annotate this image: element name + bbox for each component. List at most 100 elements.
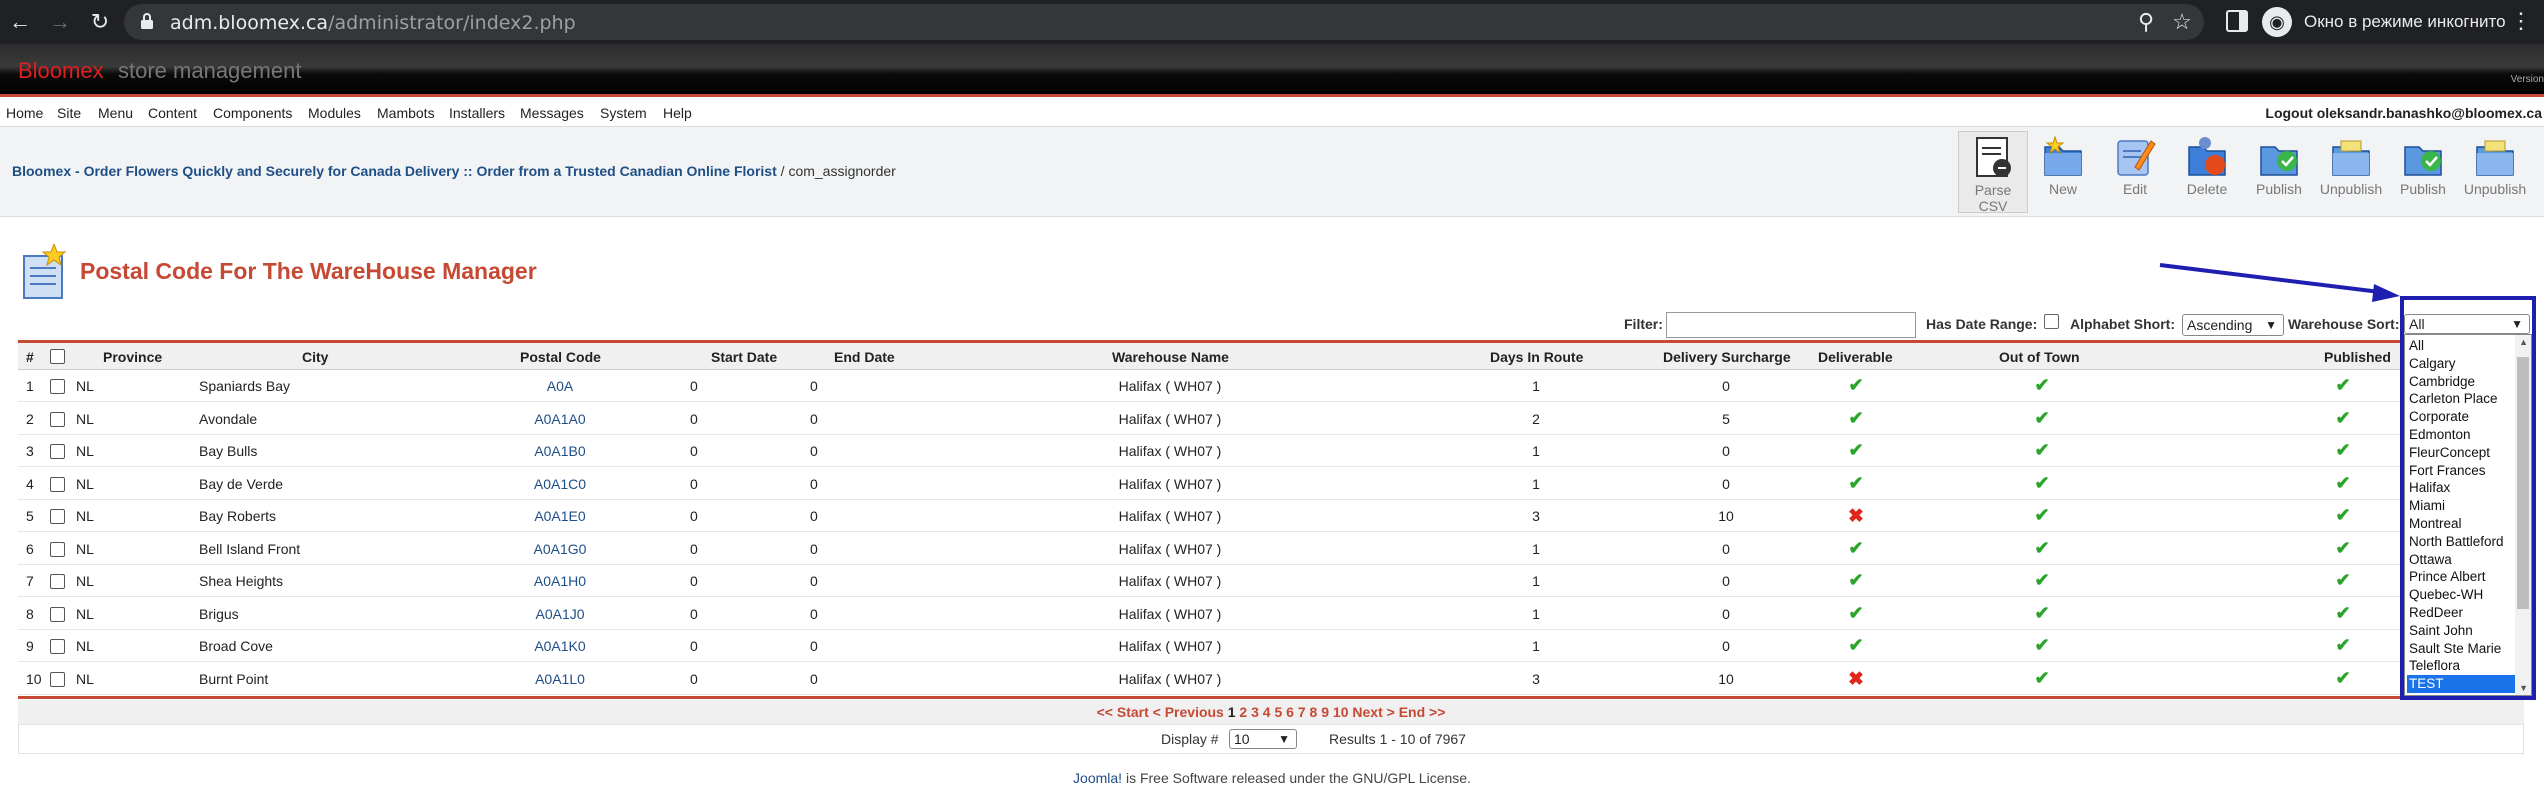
row-checkbox[interactable] [50,574,65,589]
logout-link[interactable]: Logout oleksandr.banashko@bloomex.ca [2265,105,2542,121]
postal-code-link[interactable]: A0A1G0 [534,541,587,557]
published-check-icon[interactable]: ✔ [2335,570,2350,591]
col-city[interactable]: City [302,349,328,365]
row-checkbox[interactable] [50,671,65,687]
postal-code-link[interactable]: A0A1J0 [535,606,584,622]
postal-code-link[interactable]: A0A [547,378,573,394]
menu-site[interactable]: Site [57,105,81,121]
warehouse-option[interactable]: Sault Ste Marie [2407,640,2515,658]
row-checkbox[interactable] [50,411,65,427]
menu-menu[interactable]: Menu [98,105,133,121]
pagination-start[interactable]: << Start [1097,704,1149,720]
warehouse-option[interactable]: Saint John [2407,622,2515,640]
warehouse-option[interactable]: Quebec-WH [2407,586,2515,604]
pagination-page-link[interactable]: 10 [1333,704,1349,720]
published-check-icon[interactable]: ✔ [2335,603,2350,624]
scroll-up-icon[interactable]: ▲ [2519,337,2528,347]
warehouse-option[interactable]: Miami [2407,497,2515,515]
col-warehouse-name[interactable]: Warehouse Name [1112,349,1229,365]
published-check-icon[interactable]: ✔ [2335,635,2350,656]
published-check-icon[interactable]: ✔ [2335,408,2350,429]
postal-code-link[interactable]: A0A1H0 [534,573,586,589]
select-all-checkbox[interactable] [50,349,65,364]
new-button[interactable]: New [2028,131,2098,213]
published-check-icon[interactable]: ✔ [2335,473,2350,494]
row-checkbox[interactable] [50,379,65,394]
pagination-page-link[interactable]: 5 [1274,704,1282,720]
pagination-page-link[interactable]: 2 [1239,704,1247,720]
publish-button-2[interactable]: Publish [2388,131,2458,213]
row-checkbox[interactable] [50,541,65,557]
warehouse-option[interactable]: North Battleford [2407,533,2515,551]
warehouse-option[interactable]: Ottawa [2407,551,2515,569]
pagination-page-link[interactable]: 7 [1298,704,1306,720]
bookmark-star-icon[interactable]: ☆ [2168,8,2196,36]
has-date-range-checkbox[interactable] [2044,314,2059,329]
scroll-down-icon[interactable]: ▼ [2519,683,2528,693]
warehouse-option[interactable]: RedDeer [2407,604,2515,622]
pagination-previous[interactable]: < Previous [1153,704,1224,720]
display-count-select[interactable]: 10 ▼ [1229,729,1297,749]
side-panel-icon[interactable] [2226,10,2248,32]
postal-code-link[interactable]: A0A1E0 [534,508,585,524]
address-bar[interactable]: adm.bloomex.ca/administrator/index2.php … [124,4,2204,40]
warehouse-option[interactable]: FleurConcept [2407,444,2515,462]
row-checkbox[interactable] [50,444,65,459]
postal-code-link[interactable]: A0A1A0 [534,411,585,427]
warehouse-option[interactable]: Edmonton [2407,426,2515,444]
filter-input[interactable] [1666,312,1916,338]
postal-code-link[interactable]: A0A1K0 [534,638,585,654]
published-check-icon[interactable]: ✔ [2335,668,2350,689]
warehouse-option[interactable]: Cambridge [2407,373,2515,391]
pagination-next[interactable]: Next > [1352,704,1394,720]
delete-button[interactable]: Delete [2172,131,2242,213]
published-check-icon[interactable]: ✔ [2335,375,2350,396]
menu-components[interactable]: Components [213,105,292,121]
postal-code-link[interactable]: A0A1C0 [534,476,586,492]
unpublish-button-2[interactable]: Unpublish [2460,131,2530,213]
warehouse-option[interactable]: Carleton Place [2407,390,2515,408]
published-check-icon[interactable]: ✔ [2335,505,2350,526]
pagination-page-link[interactable]: 8 [1310,704,1318,720]
row-checkbox[interactable] [50,509,65,524]
browser-menu-icon[interactable]: ⋮ [2510,8,2532,34]
pagination-page-link[interactable]: 9 [1321,704,1329,720]
warehouse-option[interactable]: TEST [2407,675,2515,693]
joomla-link[interactable]: Joomla! [1073,770,1122,786]
edit-button[interactable]: Edit [2100,131,2170,213]
menu-modules[interactable]: Modules [308,105,361,121]
menu-messages[interactable]: Messages [520,105,584,121]
row-checkbox[interactable] [50,476,65,492]
parse-csv-button[interactable]: Parse CSV [1958,131,2028,214]
pagination-end[interactable]: End >> [1399,704,1446,720]
menu-content[interactable]: Content [148,105,197,121]
warehouse-dropdown-list[interactable]: All Calgary Cambridge Carleton Place Corpora… [2404,334,2532,696]
unpublish-button[interactable]: Unpublish [2316,131,2386,213]
pagination-page-link[interactable]: 3 [1251,704,1259,720]
warehouse-option[interactable]: Calgary [2407,355,2515,373]
dropdown-scrollbar[interactable]: ▲ ▼ [2515,335,2531,695]
warehouse-option[interactable]: Montreal [2407,515,2515,533]
pagination-page-link[interactable]: 6 [1286,704,1294,720]
back-icon[interactable]: ← [0,0,40,44]
menu-help[interactable]: Help [663,105,692,121]
scrollbar-thumb[interactable] [2517,357,2529,609]
warehouse-option[interactable]: Corporate [2407,408,2515,426]
postal-code-link[interactable]: A0A1B0 [534,443,585,459]
pagination-page-link[interactable]: 4 [1263,704,1271,720]
alphabet-short-select[interactable]: Ascending ▼ [2182,314,2284,336]
postal-code-link[interactable]: A0A1L0 [535,671,585,687]
menu-system[interactable]: System [600,105,647,121]
publish-button[interactable]: Publish [2244,131,2314,213]
warehouse-option[interactable]: Fort Frances [2407,462,2515,480]
menu-installers[interactable]: Installers [449,105,505,121]
col-postal-code[interactable]: Postal Code [520,349,601,365]
published-check-icon[interactable]: ✔ [2335,440,2350,461]
forward-icon[interactable]: → [40,0,80,44]
row-checkbox[interactable] [50,606,65,622]
warehouse-option[interactable]: Halifax [2407,479,2515,497]
incognito-indicator[interactable]: ◉ Окно в режиме инкогнито [2262,6,2506,38]
reload-icon[interactable]: ↻ [80,0,120,44]
warehouse-option[interactable]: Prince Albert [2407,568,2515,586]
row-checkbox[interactable] [50,639,65,654]
